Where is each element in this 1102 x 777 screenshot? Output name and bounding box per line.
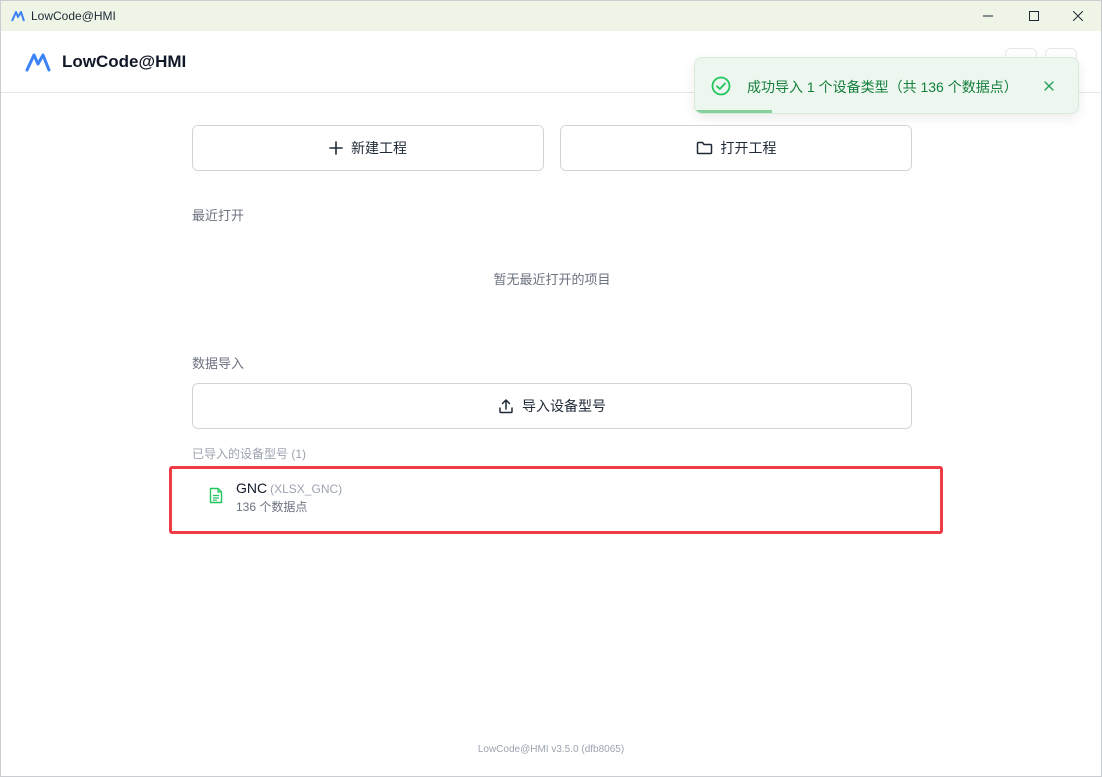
open-project-button[interactable]: 打开工程 xyxy=(560,125,912,171)
brand-name: LowCode@HMI xyxy=(62,52,187,71)
toast-progress-bar xyxy=(695,110,772,113)
open-project-label: 打开工程 xyxy=(720,140,777,156)
recent-section-label: 最近打开 xyxy=(192,208,245,223)
close-icon xyxy=(1073,11,1083,21)
check-circle-icon xyxy=(711,76,731,96)
app-window: LowCode@HMI LowCode@HMI 成功导入 1 个设备类型（共 1… xyxy=(0,0,1102,777)
app-logo-icon xyxy=(11,11,25,22)
plus-icon xyxy=(329,141,343,155)
window-title: LowCode@HMI xyxy=(31,9,116,23)
highlight-box xyxy=(169,466,943,534)
import-device-model-label: 导入设备型号 xyxy=(522,398,606,414)
upload-icon xyxy=(499,399,513,414)
import-device-model-button[interactable]: 导入设备型号 xyxy=(192,383,912,429)
minimize-button[interactable] xyxy=(965,1,1011,31)
close-window-button[interactable] xyxy=(1055,1,1101,31)
imported-devices-label: 已导入的设备型号 (1) xyxy=(192,447,307,461)
folder-icon xyxy=(696,141,712,155)
close-icon xyxy=(1044,81,1054,91)
toast-close-button[interactable] xyxy=(1040,77,1058,95)
new-project-label: 新建工程 xyxy=(351,140,407,156)
version-footer: LowCode@HMI v3.5.0 (dfb8065) xyxy=(477,744,625,755)
recent-empty-text: 暂无最近打开的项目 xyxy=(493,272,611,287)
toast-message: 成功导入 1 个设备类型（共 136 个数据点） xyxy=(747,79,1018,95)
maximize-button[interactable] xyxy=(1011,1,1057,31)
maximize-icon xyxy=(1029,11,1039,21)
data-import-section-label: 数据导入 xyxy=(192,356,245,371)
title-bar: LowCode@HMI xyxy=(1,1,1101,31)
brand-logo-icon xyxy=(25,53,51,72)
new-project-button[interactable]: 新建工程 xyxy=(192,125,544,171)
success-toast: 成功导入 1 个设备类型（共 136 个数据点） xyxy=(694,57,1079,114)
minimize-icon xyxy=(983,15,993,17)
